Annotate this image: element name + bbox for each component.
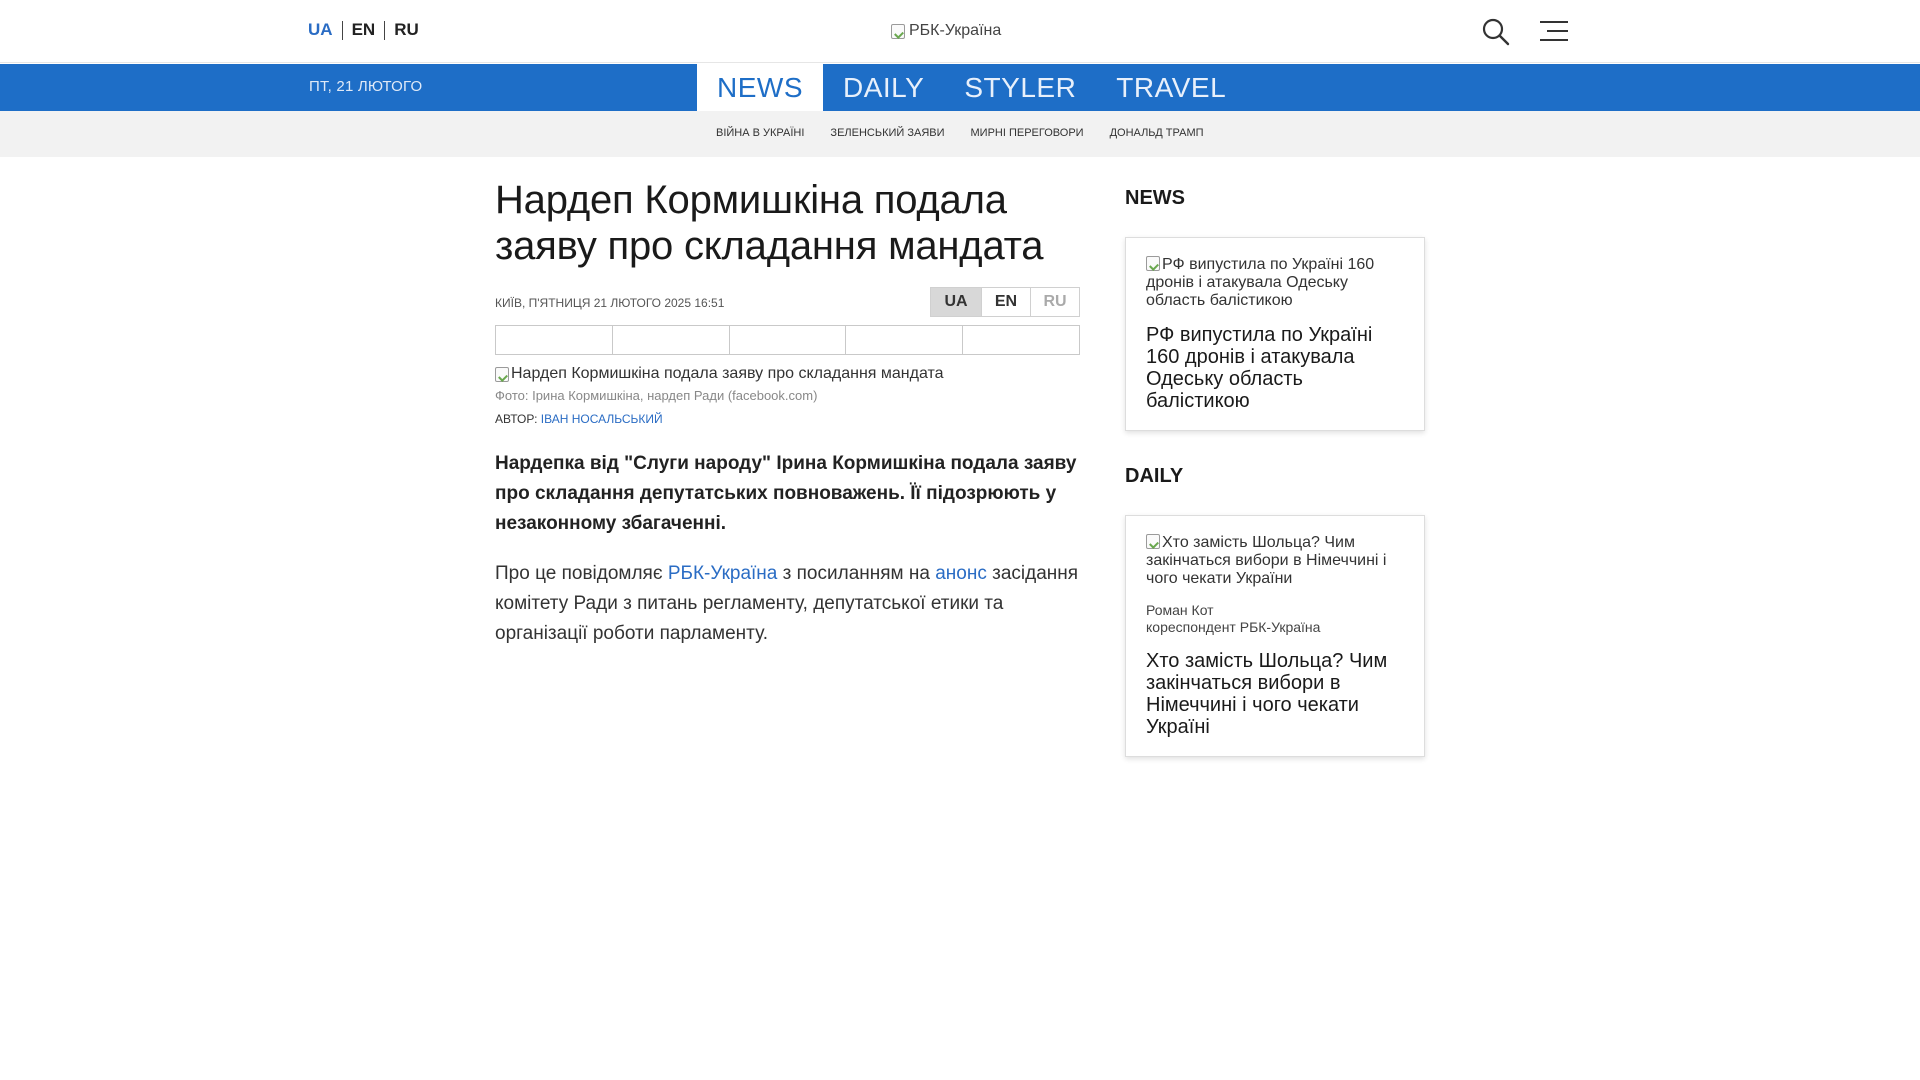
- share-button[interactable]: [962, 326, 1079, 354]
- top-bar: UA EN RU РБК-Україна: [0, 0, 1920, 63]
- tag-list: ВІЙНА В УКРАЇНІ ЗЕЛЕНСЬКИЙ ЗАЯВИ МИРНІ П…: [716, 127, 1204, 139]
- tab-daily[interactable]: DAILY: [823, 64, 944, 111]
- section-tabs: NEWS DAILY STYLER TRAVEL: [697, 64, 1246, 111]
- tag-link[interactable]: ДОНАЛЬД ТРАМП: [1110, 127, 1204, 139]
- daily-card-title[interactable]: Хто замість Шольца? Чим закінчаться вибо…: [1146, 650, 1404, 738]
- site-logo[interactable]: РБК-Україна: [891, 22, 1001, 40]
- news-card-title[interactable]: РФ випустила по Україні 160 дронів і ата…: [1146, 324, 1404, 412]
- menu-button[interactable]: [1539, 19, 1569, 43]
- article-author: АВТОР: ІВАН НОСАЛЬСЬКИЙ: [495, 412, 1080, 426]
- article-language-switch: UA EN RU: [930, 287, 1080, 317]
- tag-link[interactable]: ЗЕЛЕНСЬКИЙ ЗАЯВИ: [830, 127, 944, 139]
- share-button[interactable]: [496, 326, 612, 354]
- image-alt-text: Хто замість Шольца? Чим закінчаться вибо…: [1146, 534, 1387, 587]
- share-button[interactable]: [611, 326, 729, 354]
- article-paragraph: Про це повідомляє РБК-Україна з посиланн…: [495, 559, 1080, 649]
- photo-alt-text: Нардеп Кормишкіна подала заяву про склад…: [511, 365, 944, 382]
- body-text: з посиланням на: [777, 563, 936, 584]
- lang-divider: [384, 20, 386, 40]
- menu-icon: [1540, 21, 1568, 41]
- share-button[interactable]: [845, 326, 962, 354]
- publish-date: КИЇВ, П'ЯТНИЦЯ 21 ЛЮТОГО 2025 16:51: [495, 296, 725, 310]
- article-lead: Нардепка від "Слуги народу" Ірина Кормиш…: [495, 453, 1077, 534]
- article-meta: КИЇВ, П'ЯТНИЦЯ 21 ЛЮТОГО 2025 16:51 UA E…: [495, 287, 1080, 317]
- daily-card-image: Хто замість Шольца? Чим закінчаться вибо…: [1146, 534, 1404, 588]
- article-title: Нардеп Кормишкіна подала заяву про склад…: [495, 178, 1044, 268]
- body-text: Про це повідомляє: [495, 563, 668, 584]
- section-nav: ПТ, 21 ЛЮТОГО NEWS DAILY STYLER TRAVEL: [0, 64, 1920, 111]
- daily-card[interactable]: Хто замість Шольца? Чим закінчаться вибо…: [1125, 515, 1425, 757]
- broken-image-icon: [495, 366, 509, 382]
- news-card-image: РФ випустила по Україні 160 дронів і ата…: [1146, 256, 1404, 310]
- search-icon: [1482, 18, 1510, 46]
- article-lang-en[interactable]: EN: [981, 288, 1030, 316]
- author-link[interactable]: ІВАН НОСАЛЬСЬКИЙ: [541, 412, 663, 426]
- daily-card-author: Роман Кот кореспондент РБК-Україна: [1146, 602, 1404, 636]
- tab-travel[interactable]: TRAVEL: [1096, 64, 1246, 111]
- language-switcher: UA EN RU: [308, 20, 419, 40]
- search-button[interactable]: [1481, 17, 1511, 47]
- broken-image-icon: [891, 23, 905, 39]
- tab-news[interactable]: NEWS: [697, 64, 823, 111]
- tag-link[interactable]: МИРНІ ПЕРЕГОВОРИ: [971, 127, 1084, 139]
- author-label: АВТОР:: [495, 412, 538, 426]
- article-lang-ru[interactable]: RU: [1030, 288, 1079, 316]
- lang-divider: [341, 20, 343, 40]
- lang-en-link[interactable]: EN: [352, 20, 376, 40]
- tag-link[interactable]: ВІЙНА В УКРАЇНІ: [716, 127, 804, 139]
- tab-styler[interactable]: STYLER: [944, 64, 1096, 111]
- broken-image-icon: [1146, 534, 1160, 549]
- lang-ua-link[interactable]: UA: [308, 20, 333, 40]
- source-link[interactable]: РБК-Україна: [668, 563, 778, 584]
- article-photo: Нардеп Кормишкіна подала заяву про склад…: [495, 365, 1080, 383]
- article: Нардеп Кормишкіна подала заяву про склад…: [495, 177, 1080, 649]
- author-name: Роман Кот: [1146, 602, 1214, 618]
- article-lang-ua[interactable]: UA: [931, 288, 981, 316]
- logo-alt-text: РБК-Україна: [909, 22, 1002, 39]
- broken-image-icon: [1146, 256, 1160, 271]
- share-button[interactable]: [728, 326, 846, 354]
- news-card[interactable]: РФ випустила по Україні 160 дронів і ата…: [1125, 237, 1425, 431]
- sidebar: NEWS РФ випустила по Україні 160 дронів …: [1125, 187, 1425, 757]
- daily-heading[interactable]: DAILY: [1125, 465, 1425, 488]
- share-bar: [495, 325, 1080, 355]
- photo-caption: Фото: Ірина Кормишкіна, нардеп Ради (fac…: [495, 388, 818, 403]
- lang-ru-link[interactable]: RU: [394, 20, 419, 40]
- news-heading[interactable]: NEWS: [1125, 187, 1425, 210]
- tag-bar: ВІЙНА В УКРАЇНІ ЗЕЛЕНСЬКИЙ ЗАЯВИ МИРНІ П…: [0, 111, 1920, 157]
- current-date: ПТ, 21 ЛЮТОГО: [309, 78, 423, 95]
- image-alt-text: РФ випустила по Україні 160 дронів і ата…: [1146, 256, 1375, 309]
- author-role: кореспондент РБК-Україна: [1146, 619, 1321, 635]
- announcement-link[interactable]: анонс: [935, 563, 987, 584]
